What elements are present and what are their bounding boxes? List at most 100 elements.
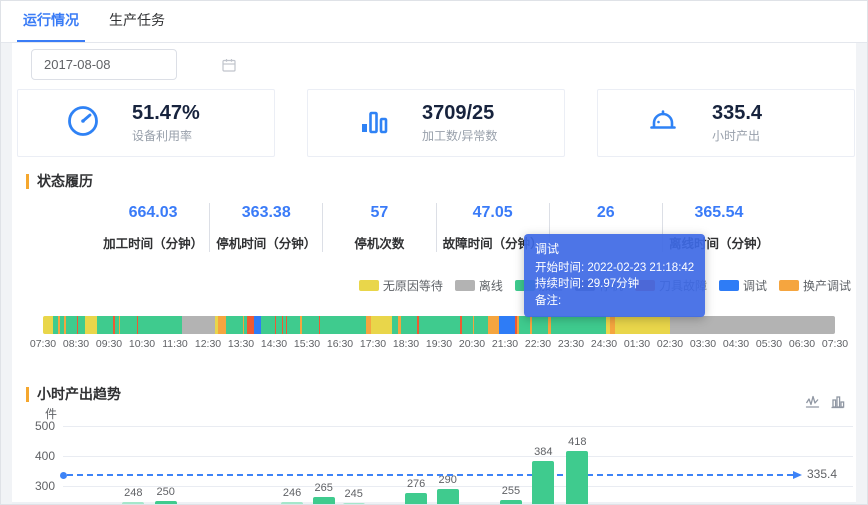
timeline-segment[interactable] [85, 316, 97, 334]
tab-production-tasks[interactable]: 生产任务 [103, 1, 171, 42]
x-tick: 11:30 [162, 338, 188, 350]
x-tick: 20:30 [459, 338, 485, 350]
stat-2: 57停机次数 [323, 203, 436, 252]
timeline-segment[interactable] [488, 316, 499, 334]
timeline-segment[interactable] [401, 316, 418, 334]
section-marker [26, 174, 29, 189]
timeline-segment[interactable] [474, 316, 488, 334]
x-tick: 04:30 [723, 338, 749, 350]
tooltip-note: 备注: [535, 293, 694, 310]
y-tick: 500 [21, 419, 55, 433]
timeline-segment[interactable] [182, 316, 215, 334]
timeline-segment[interactable] [670, 316, 836, 334]
status-timeline[interactable] [43, 316, 835, 334]
y-tick: 300 [21, 479, 55, 493]
x-tick: 23:30 [558, 338, 584, 350]
reference-line [67, 474, 793, 476]
output-bar[interactable] [122, 502, 144, 505]
card-text: 51.47% 设备利用率 [132, 102, 228, 144]
legend-swatch [719, 280, 739, 291]
x-tick: 06:30 [789, 338, 815, 350]
legend-item-6[interactable]: 换产调试 [779, 277, 851, 294]
timeline-segment[interactable] [138, 316, 182, 334]
timeline-segment[interactable] [254, 316, 262, 334]
x-tick: 02:30 [657, 338, 683, 350]
timeline-segment[interactable] [247, 316, 254, 334]
bar-chart-icon[interactable] [830, 394, 845, 409]
card-value: 335.4 [712, 102, 762, 124]
stat-value: 47.05 [437, 203, 549, 222]
bar-value-label: 255 [489, 485, 533, 497]
timeline-segment[interactable] [519, 316, 530, 334]
output-bar[interactable] [532, 461, 554, 505]
timeline-segment[interactable] [462, 316, 473, 334]
card-value: 3709/25 [422, 102, 494, 124]
page-gutter-left [1, 42, 12, 504]
output-bar[interactable] [313, 497, 335, 505]
timeline-segment[interactable] [551, 316, 606, 334]
hourly-output-title: 小时产出趋势 [26, 384, 121, 404]
legend-swatch [359, 280, 379, 291]
timeline-segment[interactable] [43, 316, 53, 334]
timeline-segment[interactable] [78, 316, 85, 334]
legend-label: 无原因等待 [383, 277, 443, 294]
stat-0: 664.03加工时间（分钟） [97, 203, 210, 252]
card-value: 51.47% [132, 102, 200, 124]
line-chart-icon[interactable] [805, 394, 820, 409]
page-gutter-right [856, 42, 867, 504]
summary-cards: 51.47%设备利用率3709/25加工数/异常数335.4小时产出 [17, 89, 855, 157]
timeline-segment[interactable] [320, 316, 367, 334]
tab-operation-status[interactable]: 运行情况 [17, 1, 85, 42]
stat-label: 停机时间（分钟） [210, 233, 322, 252]
legend-label: 调试 [743, 277, 767, 294]
timeline-segment[interactable] [287, 316, 301, 334]
card-text: 335.4 小时产出 [712, 102, 808, 144]
legend-item-5[interactable]: 调试 [719, 277, 767, 294]
timeline-segment[interactable] [532, 316, 549, 334]
stat-1: 363.38停机时间（分钟） [210, 203, 323, 252]
output-bar[interactable] [566, 451, 588, 505]
tab-bar: 运行情况生产任务 [1, 1, 867, 43]
tooltip-start-time: 开始时间: 2022-02-23 21:18:42 [535, 260, 694, 277]
timeline-segment[interactable] [392, 316, 399, 334]
x-tick: 22:30 [525, 338, 551, 350]
card-label: 设备利用率 [132, 127, 192, 144]
x-tick: 08:30 [63, 338, 89, 350]
legend-item-0[interactable]: 无原因等待 [359, 277, 443, 294]
timeline-segment[interactable] [120, 316, 137, 334]
x-tick: 18:30 [393, 338, 419, 350]
section-marker [26, 387, 29, 402]
x-tick: 03:30 [690, 338, 716, 350]
x-tick: 07:30 [30, 338, 56, 350]
timeline-segment[interactable] [226, 316, 243, 334]
stat-value: 365.54 [663, 203, 775, 222]
status-history-title: 状态履历 [26, 171, 93, 191]
timeline-segment[interactable] [371, 316, 392, 334]
x-tick: 10:30 [129, 338, 155, 350]
x-tick: 13:30 [228, 338, 254, 350]
legend-item-1[interactable]: 离线 [455, 277, 503, 294]
date-picker[interactable] [31, 49, 177, 80]
legend-swatch [779, 280, 799, 291]
timeline-segment[interactable] [261, 316, 275, 334]
calendar-icon[interactable] [222, 58, 236, 72]
timeline-segment[interactable] [218, 316, 226, 334]
stat-value: 26 [550, 203, 662, 222]
x-tick: 09:30 [96, 338, 122, 350]
output-bar[interactable] [405, 493, 427, 505]
timeline-segment[interactable] [499, 316, 516, 334]
gridline [63, 456, 853, 457]
stat-label: 加工时间（分钟） [97, 233, 209, 252]
timeline-segment[interactable] [302, 316, 319, 334]
x-tick: 19:30 [426, 338, 452, 350]
timeline-segment[interactable] [66, 316, 77, 334]
output-bar[interactable] [437, 489, 459, 505]
output-bar[interactable] [500, 500, 522, 505]
reference-line-dot [60, 472, 67, 479]
timeline-segment[interactable] [419, 316, 460, 334]
date-input[interactable] [42, 56, 222, 73]
card-label: 小时产出 [712, 127, 760, 144]
timeline-segment[interactable] [615, 316, 670, 334]
timeline-segment[interactable] [97, 316, 114, 334]
output-bar[interactable] [155, 501, 177, 505]
